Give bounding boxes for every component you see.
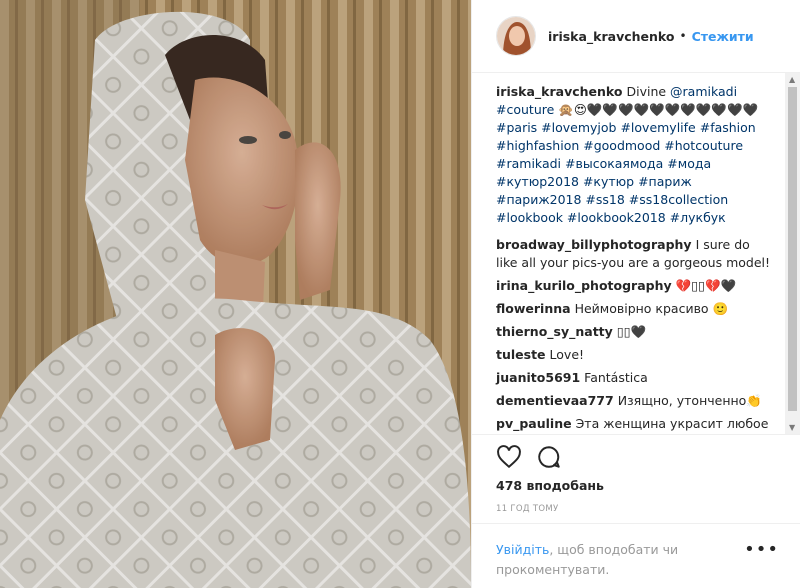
comment-username[interactable]: irina_kurilo_photography (496, 278, 672, 293)
hashtag-couture[interactable]: #couture (496, 102, 554, 117)
list-item: flowerinna Неймовірно красиво 🙂 (496, 300, 774, 318)
post-image (0, 0, 471, 588)
avatar-image (497, 17, 535, 55)
list-item: thierno_sy_natty ▯▯🖤 (496, 323, 774, 341)
post-actions (472, 434, 800, 478)
comment-username[interactable]: pv_pauline (496, 416, 572, 431)
comment-username[interactable]: tuleste (496, 347, 546, 362)
list-item: tuleste Love! (496, 346, 774, 364)
avatar[interactable] (496, 16, 536, 56)
list-item: juanito5691 Fantástica (496, 369, 774, 387)
post-header: iriska_kravchenko • Стежити (472, 0, 800, 73)
header-username[interactable]: iriska_kravchenko (548, 29, 674, 44)
caption-text: Divine (626, 84, 671, 99)
more-options-icon[interactable]: ••• (744, 540, 779, 560)
login-link[interactable]: Увійдіть (496, 542, 549, 557)
comments-list[interactable]: iriska_kravchenko Divine @ramikadi #coutu… (472, 73, 790, 434)
post-side-panel: iriska_kravchenko • Стежити iriska_kravc… (471, 0, 800, 588)
list-item: irina_kurilo_photography 💔▯▯💔🖤 (496, 277, 774, 295)
scroll-up-arrow-icon[interactable]: ▲ (789, 75, 795, 84)
login-prompt: Увійдіть, щоб вподобати чи прокоментуват… (472, 523, 800, 588)
comment-text: Неймовірно красиво 🙂 (574, 301, 729, 316)
caption-username[interactable]: iriska_kravchenko (496, 84, 622, 99)
caption-mention[interactable]: @ramikadi (670, 84, 737, 99)
list-item: dementievaa777 Изящно, утонченно👏 (496, 392, 774, 410)
caption-hashtags[interactable]: #paris #lovemyjob #lovemylife #fashion #… (496, 120, 756, 225)
comment-username[interactable]: flowerinna (496, 301, 571, 316)
comment-text: Fantástica (584, 370, 648, 385)
comment-text: Изящно, утонченно👏 (617, 393, 762, 408)
comment-username[interactable]: broadway_billyphotography (496, 237, 692, 252)
comment-text: Love! (549, 347, 585, 362)
comment-username[interactable]: dementievaa777 (496, 393, 614, 408)
comment-username[interactable]: thierno_sy_natty (496, 324, 613, 339)
scroll-down-arrow-icon[interactable]: ▼ (789, 423, 795, 432)
list-item: pv_pauline Эта женщина украсит любое (496, 415, 774, 433)
comment-text: 💔▯▯💔🖤 (675, 278, 737, 293)
comment-text: ▯▯🖤 (616, 324, 647, 339)
comments-scrollbar[interactable]: ▲ ▼ (785, 73, 800, 434)
likes-count[interactable]: 478 вподобань (496, 478, 604, 493)
separator-dot: • (679, 29, 687, 43)
scrollbar-thumb[interactable] (788, 87, 797, 411)
comment-text: Эта женщина украсит любое (575, 416, 769, 431)
caption-emoji: 🙊😍🖤🖤🖤🖤🖤🖤🖤🖤🖤🖤🖤 (554, 102, 759, 117)
follow-button[interactable]: Стежити (692, 29, 754, 44)
post-photo (0, 0, 471, 588)
comment-username[interactable]: juanito5691 (496, 370, 580, 385)
list-item: broadway_billyphotography I sure do like … (496, 236, 774, 272)
post-caption: iriska_kravchenko Divine @ramikadi #coutu… (496, 83, 774, 227)
heart-icon[interactable] (496, 444, 522, 470)
comment-bubble-icon[interactable] (536, 444, 562, 470)
post-timestamp[interactable]: 11 ГОД ТОМУ (496, 504, 558, 514)
